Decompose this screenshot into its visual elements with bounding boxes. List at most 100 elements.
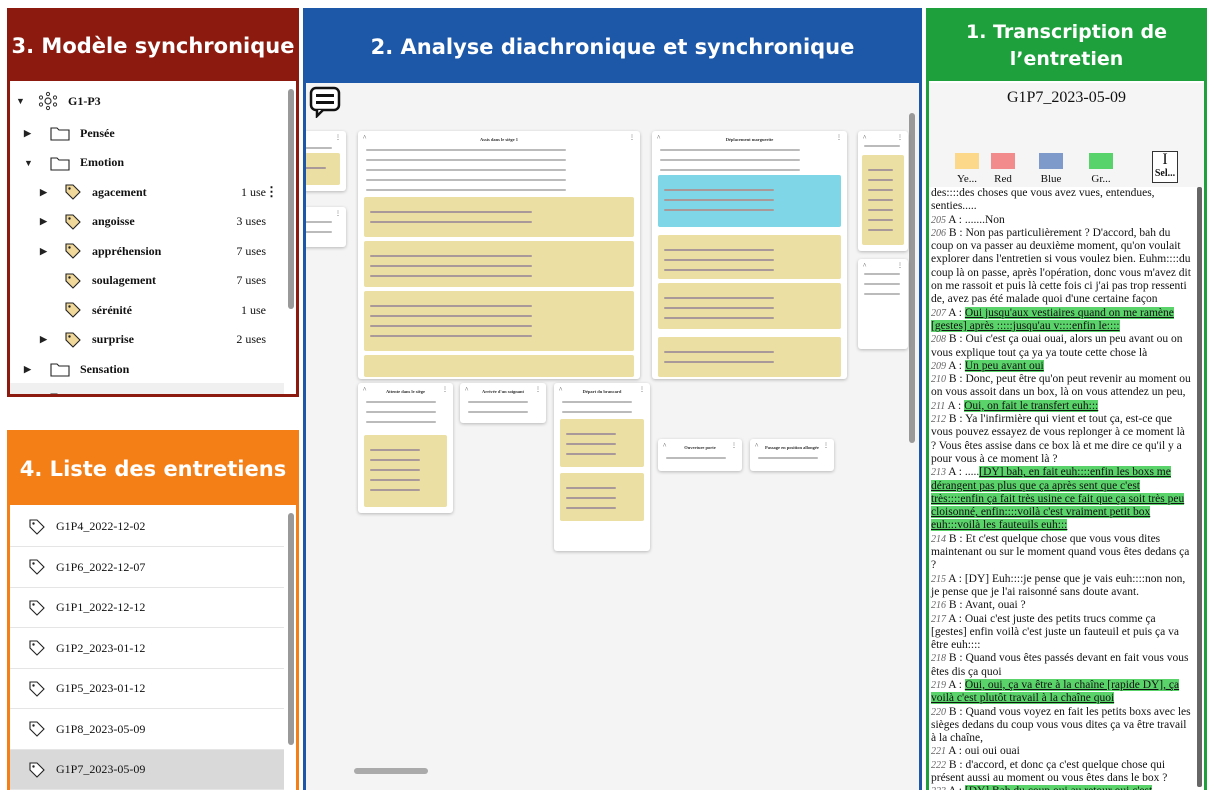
utterance[interactable]: 214 B : Et c'est quelque chose que vous … [931, 533, 1192, 573]
text-line [868, 189, 894, 191]
text-line [664, 307, 774, 309]
highlighted-segment[interactable]: Un peu avant oui [964, 359, 1044, 372]
highlighted-segment[interactable]: Oui, on fait le transfert euh::: [964, 399, 1099, 412]
sub-card[interactable] [658, 175, 841, 227]
interview-item[interactable]: G1P2_2023-01-12 [10, 629, 284, 669]
expand-arrow-icon[interactable]: ▶ [24, 128, 31, 139]
highlighted-segment[interactable]: Oui, oui, ça va être à la chaîne [rapide… [931, 678, 1180, 705]
interview-item[interactable]: G1P5_2023-01-12 [10, 669, 284, 709]
phase-card[interactable]: ^⋮ [306, 207, 346, 247]
color-swatch-gr[interactable] [1089, 153, 1113, 169]
utterance[interactable]: 211 A : Oui, on fait le transfert euh::: [931, 399, 1192, 413]
interview-item[interactable]: G1P6_2022-12-07 [10, 548, 284, 588]
utterance[interactable]: 217 A : Ouai c'est juste des petits truc… [931, 613, 1192, 653]
tree-item-pense[interactable]: ▶ Pensée [10, 117, 284, 149]
tree-item-soulagement[interactable]: soulagement 7 uses [10, 265, 284, 297]
utterance[interactable]: 208 B : Oui c'est ça ouai ouai, alors un… [931, 333, 1192, 360]
utterance[interactable]: 215 A : [DY] Euh::::je pense que je vais… [931, 573, 1192, 600]
utterance[interactable]: 222 B : d'accord, et donc ça c'est quelq… [931, 759, 1192, 786]
phase-card[interactable]: ^ ⋮ Départ du brancard [554, 383, 650, 551]
line-number: 207 [931, 307, 946, 319]
utterance[interactable]: 223 A : [DY] Bah du coup oui au retour o… [931, 785, 1192, 790]
utterance[interactable]: 219 A : Oui, oui, ça va être à la chaîne… [931, 678, 1192, 706]
color-swatch-red[interactable] [991, 153, 1015, 169]
utterance[interactable]: 210 B : Donc, peut être qu'on peut reven… [931, 373, 1192, 400]
more-options-icon[interactable]: ⋮ [335, 210, 341, 217]
more-options-icon[interactable]: ⋮ [897, 134, 903, 141]
phase-card[interactable]: ^ ⋮ Arrivée d'un soignant [460, 383, 546, 423]
network-icon [38, 91, 58, 111]
tree-item-apprhension[interactable]: ▶ appréhension 7 uses [10, 235, 284, 267]
utterance[interactable]: 205 A : .......Non [931, 214, 1192, 227]
phase-card[interactable]: ^ ⋮ Assis dans le siège 1 [358, 131, 640, 379]
sub-card[interactable] [658, 337, 841, 377]
utterance[interactable]: 216 B : Avant, ouai ? [931, 599, 1192, 612]
canvas-vscrollbar[interactable] [909, 113, 915, 443]
transcript-scrollbar[interactable] [1197, 187, 1202, 787]
highlighted-segment[interactable]: [DY] Bah du coup oui au retour oui c'est… [931, 785, 1153, 790]
highlighted-segment[interactable]: Oui jusqu'aux vestiaires quand on me ram… [931, 306, 1174, 332]
sub-card[interactable] [306, 153, 340, 185]
transcript-text[interactable]: des::::des choses que vous avez vues, en… [929, 187, 1204, 790]
expand-arrow-icon[interactable]: ▶ [24, 364, 31, 375]
expand-arrow-icon[interactable]: ▶ [24, 393, 31, 394]
utterance[interactable]: 207 A : Oui jusqu'aux vestiaires quand o… [931, 306, 1192, 334]
canvas-hscrollbar[interactable] [354, 768, 428, 774]
interview-item[interactable]: G1P1_2022-12-12 [10, 588, 284, 628]
sub-card[interactable] [658, 235, 841, 279]
more-options-icon[interactable]: ⋮ [897, 262, 903, 269]
interview-item[interactable]: G1P7_2023-05-09 [10, 750, 284, 790]
sub-card[interactable] [364, 197, 634, 237]
tree-root[interactable]: ▼ G1-P3 [10, 85, 284, 117]
tree-item-surprise[interactable]: ▶ surprise 2 uses [10, 324, 284, 356]
phase-card[interactable]: ^ ⋮ Ouverture porte [658, 439, 742, 471]
analysis-canvas[interactable]: ^⋮^⋮^⋮Assis dans le siège 1^⋮Déplacement… [306, 83, 919, 790]
utterance[interactable]: 221 A : oui oui ouai [931, 745, 1192, 758]
sub-card[interactable] [364, 241, 634, 287]
collapse-arrow-icon[interactable]: ▼ [24, 158, 33, 168]
collapse-icon[interactable]: ^ [863, 134, 866, 142]
utterance[interactable]: 218 B : Quand vous êtes passés devant en… [931, 652, 1192, 679]
color-swatch-ye[interactable] [955, 153, 979, 169]
sub-card[interactable] [862, 155, 904, 245]
select-tool-button[interactable]: I Sel... [1152, 151, 1178, 183]
phase-card[interactable]: ^ ⋮ Déplacement marguerite [652, 131, 847, 379]
utterance[interactable]: 220 B : Quand vous voyez en fait les pet… [931, 706, 1192, 746]
utterance[interactable]: 212 B : Ya l'infirmière qui vient et tou… [931, 413, 1192, 466]
tree-item-srnit[interactable]: sérénité 1 use [10, 294, 284, 326]
more-options-icon[interactable]: ⋮ [265, 184, 278, 200]
sub-card[interactable] [560, 419, 644, 467]
collapse-icon[interactable]: ^ [863, 262, 866, 270]
tree-item-sensation[interactable]: ▶ Sensation [10, 353, 284, 385]
expand-arrow-icon[interactable]: ▶ [40, 246, 47, 257]
utterance[interactable]: 213 A : .....[DY] bah, en fait euh::::en… [931, 466, 1192, 532]
color-swatch-blue[interactable] [1039, 153, 1063, 169]
comment-icon[interactable] [309, 86, 341, 118]
phase-card[interactable]: ^⋮ [858, 131, 908, 251]
phase-card[interactable]: ^ ⋮ Passage en position allongée [750, 439, 834, 471]
sub-card[interactable] [364, 435, 447, 507]
interview-item[interactable]: G1P4_2022-12-02 [10, 507, 284, 547]
tree-item-emotion[interactable]: ▼ Emotion [10, 147, 284, 179]
more-options-icon[interactable]: ⋮ [335, 134, 341, 141]
sub-card[interactable] [658, 283, 841, 329]
expand-arrow-icon[interactable]: ▶ [40, 187, 47, 198]
tree-item-angoisse[interactable]: ▶ angoisse 3 uses [10, 206, 284, 238]
expand-arrow-icon[interactable]: ▶ [40, 334, 47, 345]
utterance[interactable]: des::::des choses que vous avez vues, en… [931, 187, 1192, 214]
sub-card[interactable] [560, 473, 644, 521]
phase-card[interactable]: ^⋮ [858, 259, 908, 349]
sub-card[interactable] [364, 355, 634, 377]
phase-card[interactable]: ^ ⋮ Attente dans le siège [358, 383, 453, 513]
list-scrollbar[interactable] [288, 513, 294, 745]
expand-arrow-icon[interactable]: ▶ [40, 216, 47, 227]
interview-item[interactable]: G1P8_2023-05-09 [10, 710, 284, 750]
utterance[interactable]: 206 B : Non pas particulièrement ? D'acc… [931, 227, 1192, 307]
utterance[interactable]: 209 A : Un peu avant oui [931, 359, 1192, 373]
phase-card[interactable]: ^⋮ [306, 131, 346, 191]
collapse-arrow-icon[interactable]: ▼ [16, 96, 25, 106]
sub-card[interactable] [364, 291, 634, 351]
tree-item-perception[interactable]: ▶ Perception [10, 382, 284, 394]
tree-scrollbar[interactable] [288, 89, 294, 309]
tree-item-agacement[interactable]: ▶ agacement 1 use ⋮ [10, 176, 284, 208]
